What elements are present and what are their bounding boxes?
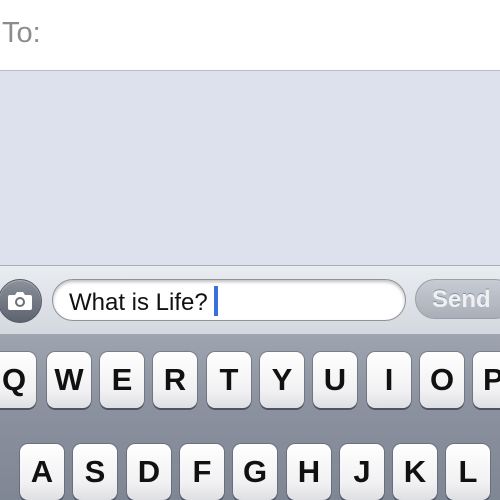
camera-button[interactable] (0, 279, 42, 323)
camera-icon (8, 292, 32, 310)
key-t[interactable]: T (207, 352, 251, 408)
to-label: To: (2, 17, 41, 49)
key-d[interactable]: D (127, 444, 171, 500)
key-h[interactable]: H (287, 444, 331, 500)
key-u[interactable]: U (313, 352, 357, 408)
message-input-text: What is Life? (69, 289, 208, 316)
key-w[interactable]: W (47, 352, 91, 408)
key-g[interactable]: G (233, 444, 277, 500)
key-y[interactable]: Y (260, 352, 304, 408)
key-f[interactable]: F (180, 444, 224, 500)
key-k[interactable]: K (393, 444, 437, 500)
key-s[interactable]: S (73, 444, 117, 500)
key-i[interactable]: I (367, 352, 411, 408)
key-o[interactable]: O (420, 352, 464, 408)
key-j[interactable]: J (340, 444, 384, 500)
key-r[interactable]: R (153, 352, 197, 408)
key-a[interactable]: A (20, 444, 64, 500)
message-area (0, 71, 500, 265)
key-q[interactable]: Q (0, 352, 36, 408)
key-l[interactable]: L (446, 444, 490, 500)
send-button-label: Send (432, 286, 491, 313)
to-field[interactable]: To: (0, 0, 500, 71)
key-p[interactable]: P (473, 352, 500, 408)
send-button[interactable]: Send (415, 279, 500, 319)
text-cursor (213, 286, 218, 316)
key-e[interactable]: E (100, 352, 144, 408)
message-input[interactable]: What is Life? (52, 279, 406, 321)
